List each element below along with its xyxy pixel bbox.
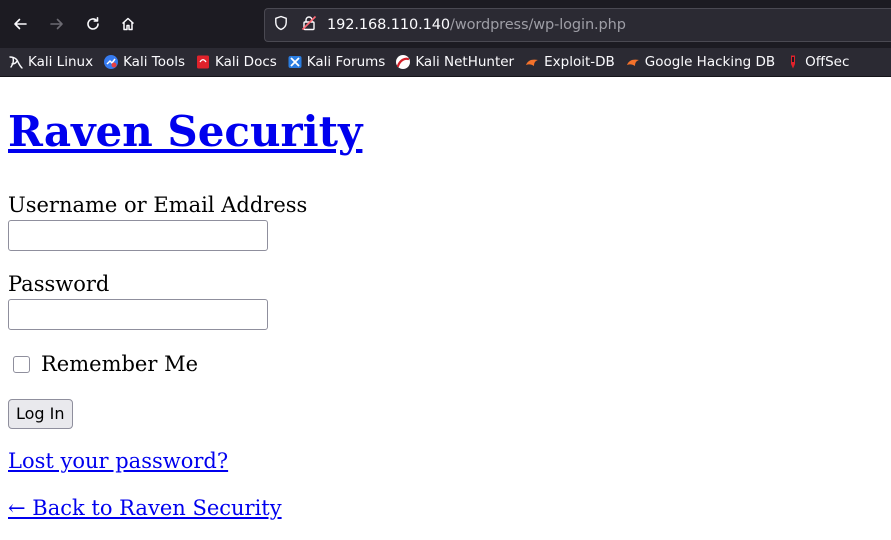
bookmark-label: Kali Forums — [306, 54, 386, 70]
back-to-site-link[interactable]: ← Back to Raven Security — [8, 496, 282, 520]
bookmark-label: OffSec — [805, 54, 850, 70]
bookmark-exploit-db[interactable]: Exploit-DB — [524, 54, 615, 70]
remember-me-row: Remember Me — [8, 352, 883, 376]
url-path: /wordpress/wp-login.php — [450, 17, 626, 33]
kali-docs-icon — [195, 54, 211, 70]
remember-me-label[interactable]: Remember Me — [41, 352, 198, 376]
password-input[interactable] — [8, 299, 268, 330]
bookmark-google-hacking-db[interactable]: Google Hacking DB — [625, 54, 775, 70]
bookmark-kali-tools[interactable]: Kali Tools — [103, 54, 185, 70]
remember-me-checkbox[interactable] — [13, 355, 30, 373]
url-bar[interactable]: 192.168.110.140/wordpress/wp-login.php — [264, 8, 891, 42]
kali-nethunter-icon — [395, 54, 411, 70]
bookmark-kali-docs[interactable]: Kali Docs — [195, 54, 277, 70]
site-title-link[interactable]: Raven Security — [8, 107, 362, 156]
login-page: Raven Security Username or Email Address… — [0, 105, 891, 520]
bookmark-kali-forums[interactable]: Kali Forums — [287, 54, 386, 70]
bookmark-offsec[interactable]: OffSec — [785, 54, 849, 70]
offsec-icon — [785, 54, 801, 70]
bookmark-label: Kali Tools — [123, 54, 185, 70]
login-button[interactable]: Log In — [8, 399, 73, 429]
reload-icon[interactable] — [79, 10, 107, 38]
url-host: 192.168.110.140 — [327, 17, 451, 33]
bookmark-kali-nethunter[interactable]: Kali NetHunter — [395, 54, 514, 70]
password-label: Password — [8, 272, 110, 296]
exploit-db-icon — [524, 54, 540, 70]
bookmarks-bar: Kali Linux Kali Tools Kali Docs Kali For… — [0, 48, 891, 77]
bookmark-label: Google Hacking DB — [644, 54, 776, 70]
login-form: Username or Email Address Password Remem… — [8, 192, 883, 429]
kali-tools-icon — [103, 54, 119, 70]
site-heading: Raven Security — [8, 105, 883, 159]
exploit-db-icon — [625, 54, 641, 70]
bookmark-label: Kali Linux — [28, 54, 94, 70]
kali-dragon-icon — [8, 54, 24, 70]
url-text[interactable]: 192.168.110.140/wordpress/wp-login.php — [327, 17, 626, 33]
shield-icon[interactable] — [273, 15, 289, 35]
bookmark-kali-linux[interactable]: Kali Linux — [8, 54, 93, 70]
home-icon[interactable] — [114, 10, 142, 38]
browser-toolbar: 192.168.110.140/wordpress/wp-login.php — [0, 0, 891, 48]
bookmark-label: Kali NetHunter — [415, 54, 515, 70]
insecure-lock-icon[interactable] — [301, 15, 317, 35]
back-icon[interactable] — [6, 10, 34, 38]
bookmark-label: Kali Docs — [215, 54, 277, 70]
forward-icon[interactable] — [43, 10, 71, 38]
lost-password-link[interactable]: Lost your password? — [8, 449, 228, 473]
kali-forums-icon — [287, 54, 303, 70]
username-label: Username or Email Address — [8, 193, 308, 217]
username-input[interactable] — [8, 220, 268, 251]
bookmark-label: Exploit-DB — [544, 54, 615, 70]
